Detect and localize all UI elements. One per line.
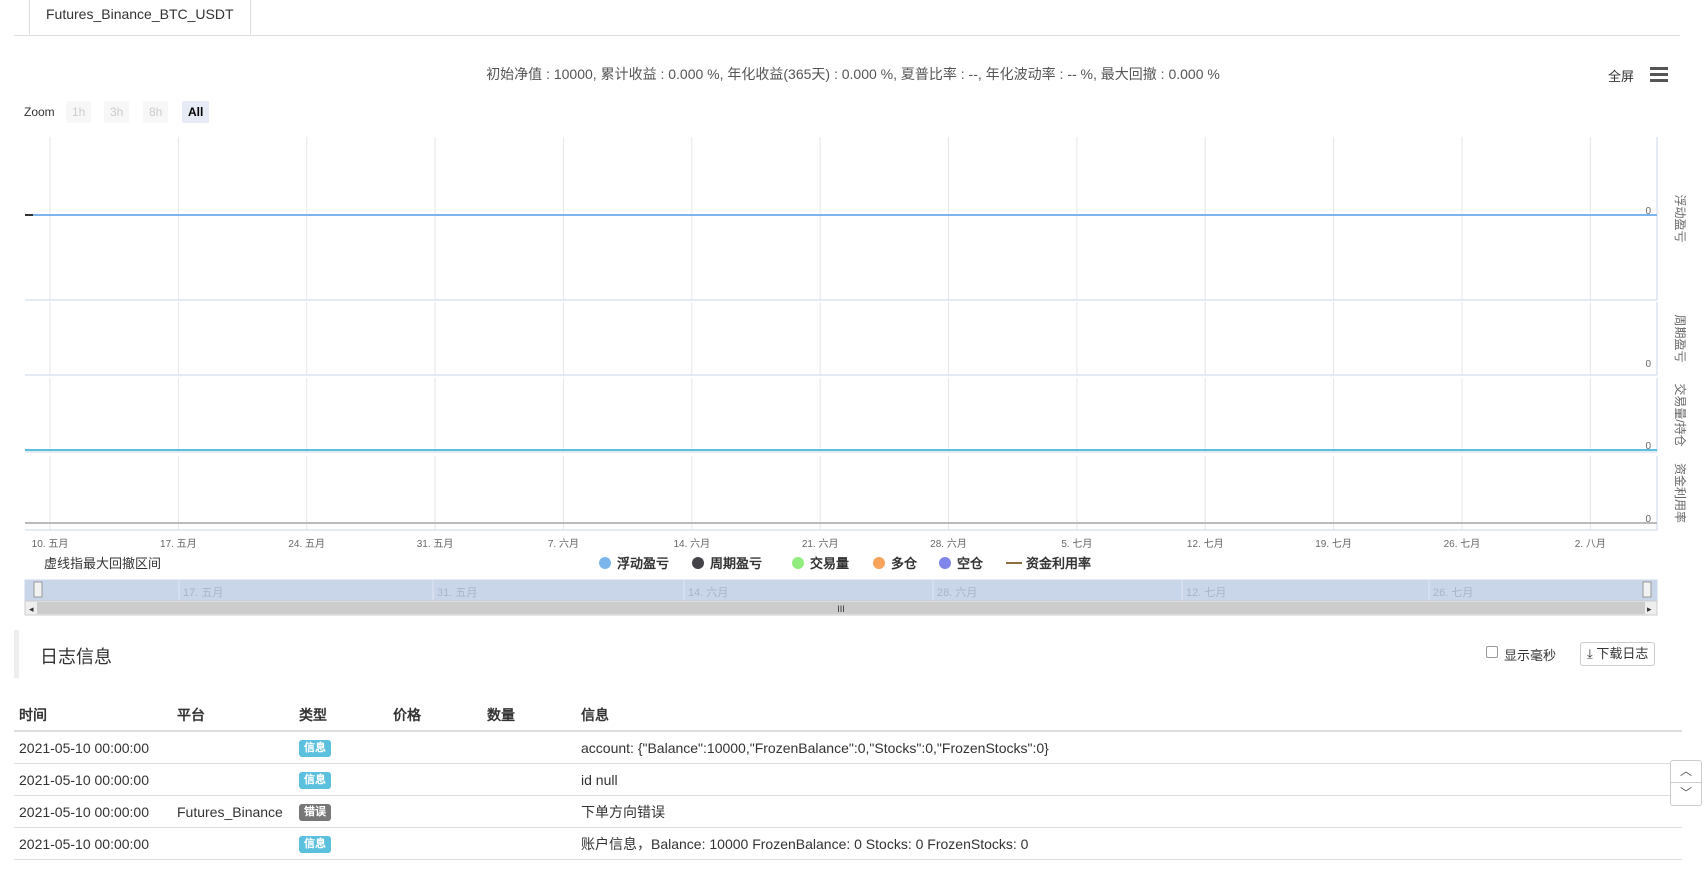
log-msg: 下单方向错误 <box>576 795 1682 828</box>
legend-marker-icon <box>873 557 885 569</box>
x-tick-label: 21. 六月 <box>802 538 839 550</box>
x-tick-label: 19. 七月 <box>1315 538 1352 550</box>
download-log-button[interactable]: ⤓ 下载日志 <box>1580 642 1656 666</box>
log-msg: 账户信息，Balance: 10000 FrozenBalance: 0 Sto… <box>576 827 1682 860</box>
y-tick-label: 0 <box>1645 514 1651 525</box>
log-msg: id null <box>576 763 1682 796</box>
log-qty <box>482 731 576 764</box>
log-time: 2021-05-10 00:00:00 <box>14 827 172 860</box>
show-ms-label: 显示毫秒 <box>1504 648 1557 663</box>
legend-item: 空仓 <box>957 556 984 571</box>
col-type: 类型 <box>294 700 388 732</box>
panel-title: 周期盈亏 <box>1673 314 1687 362</box>
legend-item: 多仓 <box>891 556 918 571</box>
log-time: 2021-05-10 00:00:00 <box>14 731 172 764</box>
legend-marker-icon <box>939 557 951 569</box>
legend-item: 周期盈亏 <box>710 556 762 571</box>
panel-title: 浮动盈亏 <box>1673 194 1687 242</box>
navigator-range <box>24 579 1658 602</box>
panel-title: 交易量/持仓 <box>1673 383 1688 446</box>
log-qty <box>482 827 576 860</box>
log-table: 时间 平台 类型 价格 数量 信息 2021-05-10 00:00:00 信息 a… <box>14 700 1682 860</box>
log-price <box>388 763 482 796</box>
equity-chart: 10. 五月 17. 五月 24. 五月 31. 五月 7. 六月 14. 六月 21. 六… <box>24 137 1688 616</box>
scroll-up-icon[interactable]: ︿ <box>1671 761 1701 783</box>
x-tick-label: 24. 五月 <box>288 538 325 550</box>
log-type-badge: 信息 <box>299 836 331 853</box>
scroll-left-icon[interactable]: ◂ <box>29 604 34 614</box>
legend-marker-icon <box>792 557 804 569</box>
log-type: 信息 <box>294 763 388 796</box>
log-time: 2021-05-10 00:00:00 <box>14 763 172 796</box>
legend-item: 浮动盈亏 <box>617 556 669 571</box>
x-tick-label: 5. 七月 <box>1061 538 1092 550</box>
col-platform: 平台 <box>172 700 294 732</box>
download-icon: ⤓ <box>1587 646 1593 661</box>
log-section-marker <box>14 630 19 678</box>
navigator-tick: 12. 七月 <box>1186 586 1226 599</box>
log-row: 2021-05-10 00:00:00 Futures_Binance 错误 下单方向… <box>14 795 1682 828</box>
navigator-tick: 17. 五月 <box>183 587 223 599</box>
scroll-down-icon[interactable]: ﹀ <box>1671 783 1701 804</box>
col-qty: 数量 <box>482 700 576 732</box>
scrollbar-grip-icon: III <box>837 604 845 614</box>
x-tick-label: 2. 八月 <box>1575 538 1606 550</box>
navigator-handle[interactable] <box>1642 581 1652 598</box>
log-price <box>388 795 482 828</box>
log-title: 日志信息 <box>40 647 112 667</box>
navigator-tick: 26. 七月 <box>1433 586 1473 599</box>
log-type: 信息 <box>294 827 388 860</box>
log-platform <box>172 731 294 764</box>
x-tick-label: 14. 六月 <box>673 538 710 550</box>
y-tick-label: 0 <box>1645 441 1651 452</box>
legend-note: 虚线指最大回撤区间 <box>44 556 161 571</box>
x-tick-label: 17. 五月 <box>160 538 197 550</box>
x-tick-label: 31. 五月 <box>417 538 454 550</box>
log-type: 错误 <box>294 795 388 828</box>
legend-item: 交易量 <box>810 556 849 571</box>
log-type-badge: 错误 <box>299 804 331 821</box>
legend-marker-icon <box>692 557 704 569</box>
navigator-tick: 28. 六月 <box>937 586 977 599</box>
y-tick-label: 0 <box>1645 359 1651 370</box>
log-price <box>388 827 482 860</box>
show-ms-checkbox[interactable] <box>1486 646 1498 658</box>
download-log-label: 下载日志 <box>1596 646 1649 661</box>
log-header-row: 时间 平台 类型 价格 数量 信息 <box>14 700 1682 732</box>
log-row: 2021-05-10 00:00:00 信息 id null <box>14 763 1682 796</box>
log-qty <box>482 763 576 796</box>
y-tick-label: 0 <box>1645 206 1651 217</box>
navigator-tick: 14. 六月 <box>688 586 728 599</box>
log-platform: Futures_Binance <box>172 795 294 828</box>
legend-item: 资金利用率 <box>1026 556 1091 571</box>
col-price: 价格 <box>388 700 482 732</box>
scroll-right-icon[interactable]: ▸ <box>1647 604 1652 614</box>
legend-marker-icon <box>599 557 611 569</box>
x-tick-label: 7. 六月 <box>548 538 579 550</box>
log-row: 2021-05-10 00:00:00 信息 account: {"Balance"… <box>14 731 1682 764</box>
x-tick-label: 12. 七月 <box>1187 538 1224 550</box>
x-tick-label: 10. 五月 <box>32 538 69 550</box>
navigator-tick: 31. 五月 <box>437 587 477 599</box>
x-tick-label: 28. 六月 <box>930 538 967 550</box>
x-tick-label: 26. 七月 <box>1444 538 1481 550</box>
navigator-handle[interactable] <box>33 581 43 598</box>
log-type-badge: 信息 <box>299 772 331 789</box>
col-msg: 信息 <box>576 700 1682 732</box>
log-time: 2021-05-10 00:00:00 <box>14 795 172 828</box>
log-row: 2021-05-10 00:00:00 信息 账户信息，Balance: 10000… <box>14 827 1682 860</box>
log-type-badge: 信息 <box>299 740 331 757</box>
panel-title: 资金利用率 <box>1673 463 1688 523</box>
log-type: 信息 <box>294 731 388 764</box>
log-msg: account: {"Balance":10000,"FrozenBalance… <box>576 731 1682 764</box>
log-price <box>388 731 482 764</box>
log-qty <box>482 795 576 828</box>
scroll-buttons: ︿ ﹀ <box>1670 760 1702 806</box>
col-time: 时间 <box>14 700 172 732</box>
log-platform <box>172 763 294 796</box>
log-platform <box>172 827 294 860</box>
